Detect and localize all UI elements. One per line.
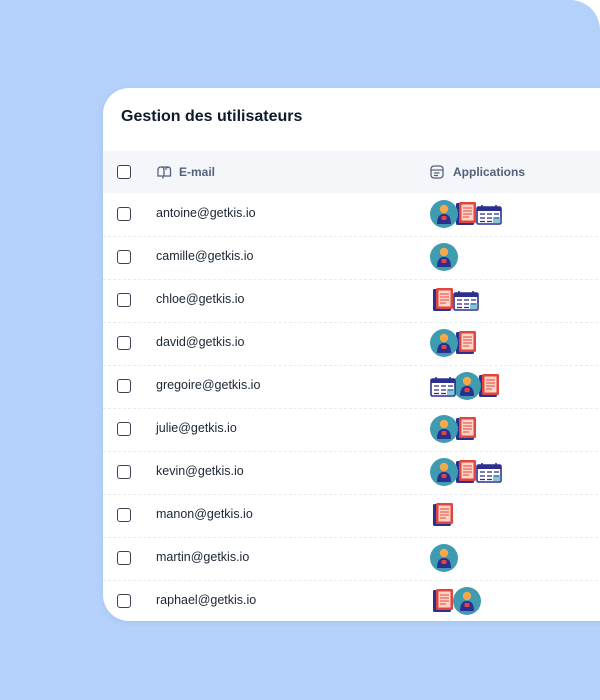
user-email: camille@getkis.io [156,249,254,263]
user-applications [429,371,529,401]
user-applications [429,586,529,616]
table-row[interactable]: kevin@getkis.io [103,451,600,495]
document-app-icon[interactable] [429,285,459,315]
table-row[interactable]: raphael@getkis.io [103,580,600,621]
column-header-email[interactable]: E-mail [179,165,215,179]
table-row[interactable]: antoine@getkis.io [103,193,600,237]
row-checkbox[interactable] [117,250,131,264]
table-row[interactable]: david@getkis.io [103,322,600,366]
person-app-icon[interactable] [429,457,459,487]
person-app-icon[interactable] [429,543,459,573]
user-email: raphael@getkis.io [156,593,257,607]
user-applications [429,328,529,358]
row-checkbox[interactable] [117,293,131,307]
user-email: gregoire@getkis.io [156,378,261,392]
apps-icon [430,165,444,179]
row-checkbox[interactable] [117,465,131,479]
user-email: manon@getkis.io [156,507,253,521]
person-app-icon[interactable] [429,242,459,272]
select-all-checkbox[interactable] [117,165,131,179]
person-app-icon[interactable] [429,328,459,358]
users-table-card: Gestion des utilisateurs E-mail Applicat… [103,88,600,621]
row-checkbox[interactable] [117,551,131,565]
user-applications [429,199,529,229]
user-applications [429,500,529,530]
table-row[interactable]: manon@getkis.io [103,494,600,538]
person-app-icon[interactable] [429,414,459,444]
table-row[interactable]: gregoire@getkis.io [103,365,600,409]
row-checkbox[interactable] [117,508,131,522]
row-checkbox[interactable] [117,422,131,436]
column-header-applications[interactable]: Applications [453,165,525,179]
table-header: E-mail Applications [103,151,600,193]
person-app-icon[interactable] [429,199,459,229]
table-row[interactable]: martin@getkis.io [103,537,600,581]
document-app-icon[interactable] [429,500,459,530]
user-email: david@getkis.io [156,335,245,349]
user-email: antoine@getkis.io [156,206,256,220]
user-applications [429,242,529,272]
user-applications [429,543,529,573]
user-email: kevin@getkis.io [156,464,244,478]
row-checkbox[interactable] [117,594,131,608]
document-app-icon[interactable] [429,586,459,616]
table-row[interactable]: julie@getkis.io [103,408,600,452]
row-checkbox[interactable] [117,207,131,221]
user-email: chloe@getkis.io [156,292,245,306]
row-checkbox[interactable] [117,336,131,350]
user-applications [429,414,529,444]
page-title: Gestion des utilisateurs [121,108,303,125]
row-checkbox[interactable] [117,379,131,393]
user-email: martin@getkis.io [156,550,250,564]
table-row[interactable]: camille@getkis.io [103,236,600,280]
user-email: julie@getkis.io [156,421,237,435]
mailbox-icon [157,166,172,179]
calendar-app-icon[interactable] [429,371,459,401]
user-applications [429,457,529,487]
table-row[interactable]: chloe@getkis.io [103,279,600,323]
user-applications [429,285,529,315]
